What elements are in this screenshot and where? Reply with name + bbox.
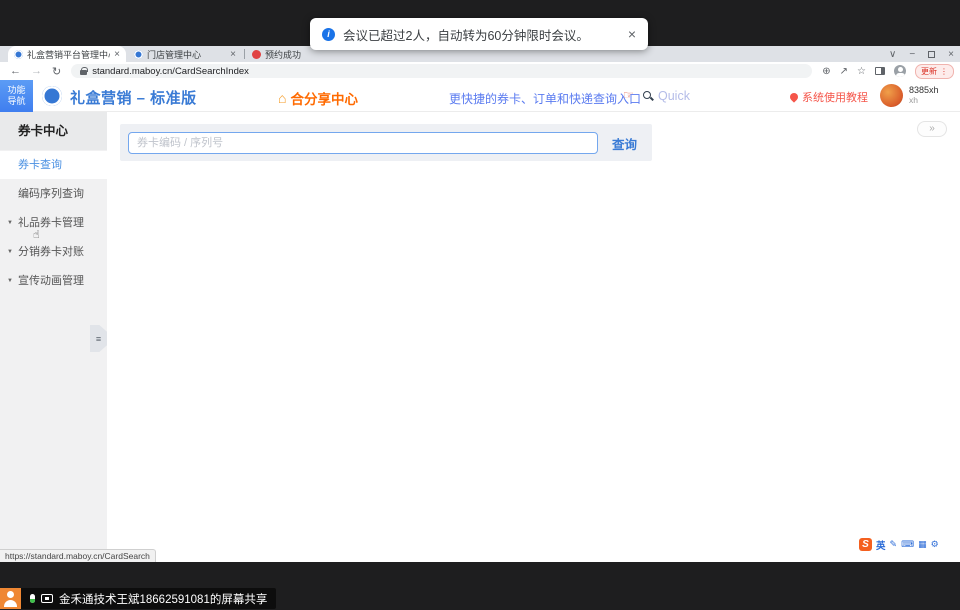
- card-search-panel: 查询: [120, 124, 652, 161]
- minimize-button[interactable]: −: [909, 49, 915, 60]
- tab-title: 礼盒营销平台管理中心: [27, 48, 110, 61]
- chevron-down-icon: ▼: [7, 238, 13, 266]
- ime-settings-icon[interactable]: ⚙: [931, 540, 939, 549]
- update-label: 更新: [921, 66, 937, 77]
- notification-message: 会议已超过2人，自动转为60分钟限时会议。: [343, 25, 589, 44]
- address-actions: ⊕ ↗ ☆ 更新 ⋮: [822, 64, 954, 79]
- app-header: 功能 导航 礼盒营销 – 标准版 ⌂ 合分享中心 更快捷的券卡、订单和快递查询入…: [0, 80, 960, 112]
- ime-language-mode[interactable]: 英: [876, 538, 886, 552]
- page-content: 券卡中心 券卡查询 编码序列查询 ▼ 礼品券卡管理 ▼ 分销券卡对账 ▼ 宣传动…: [0, 112, 960, 562]
- nav-line1: 功能: [7, 85, 25, 96]
- url-field[interactable]: standard.maboy.cn/CardSearchIndex: [71, 64, 812, 78]
- user-names: 8385xh xh: [909, 85, 939, 105]
- close-window-button[interactable]: ×: [948, 49, 954, 60]
- ime-toolbar: S 英 ✎ ⌨ ▦ ⚙: [856, 537, 942, 552]
- sidebar-item-gift-card-management[interactable]: ▼ 礼品券卡管理: [0, 209, 107, 237]
- main-area: 查询 »: [107, 112, 960, 562]
- close-icon[interactable]: ×: [628, 26, 636, 42]
- back-icon[interactable]: ←: [10, 65, 21, 77]
- tab-divider: [244, 49, 245, 59]
- screen-share-label: 金禾通技术王斌18662591081的屏幕共享: [59, 591, 267, 607]
- app-logo-icon: [42, 86, 62, 106]
- lock-icon: [80, 70, 87, 75]
- sidebar-item-label: 宣传动画管理: [18, 275, 84, 287]
- bookmark-star-icon[interactable]: ☆: [857, 66, 866, 77]
- quick-entry-tip[interactable]: 更快捷的券卡、订单和快递查询入口: [449, 90, 641, 107]
- quick-search-icon[interactable]: [643, 91, 651, 99]
- maximize-button[interactable]: [928, 51, 935, 58]
- sidebar-item-code-sequence-search[interactable]: 编码序列查询: [0, 180, 107, 208]
- sidebar-item-label: 礼品券卡管理: [18, 217, 84, 229]
- info-icon: i: [322, 28, 335, 41]
- ime-keyboard-icon[interactable]: ⌨: [901, 540, 914, 549]
- ime-pencil-icon[interactable]: ✎: [890, 540, 898, 549]
- tab-title: 门店管理中心: [147, 48, 226, 61]
- url-text[interactable]: standard.maboy.cn/CardSearchIndex: [92, 66, 249, 77]
- forward-icon[interactable]: →: [31, 65, 42, 77]
- user-avatar[interactable]: [880, 84, 903, 107]
- sidebar-item-promo-animation-management[interactable]: ▼ 宣传动画管理: [0, 267, 107, 295]
- mouse-hand-cursor: ☝: [33, 228, 40, 241]
- zoom-icon[interactable]: ⊕: [822, 66, 830, 77]
- screen-share-icon: [41, 594, 53, 603]
- profile-avatar-icon[interactable]: [894, 65, 906, 77]
- tab-favicon-icon: [134, 50, 143, 59]
- sidebar-section-title: 券卡中心: [0, 112, 107, 150]
- participant-icon: [0, 588, 21, 609]
- window-controls: ∨ − ×: [889, 46, 954, 62]
- sidebar-item-card-search[interactable]: 券卡查询: [0, 151, 107, 179]
- microphone-icon[interactable]: [30, 594, 35, 603]
- pointing-hand-icon: ☞: [623, 88, 634, 102]
- expand-panel-button[interactable]: »: [917, 121, 947, 137]
- system-tutorial-link[interactable]: 系统使用教程: [790, 89, 868, 105]
- share-center-label: 合分享中心: [290, 88, 358, 108]
- menu-dots-icon: ⋮: [940, 67, 948, 76]
- function-nav-button[interactable]: 功能 导航: [0, 80, 33, 112]
- query-button[interactable]: 查询: [612, 134, 637, 153]
- screen-share-bar[interactable]: 金禾通技术王斌18662591081的屏幕共享: [0, 588, 276, 609]
- share-icon[interactable]: ↗: [840, 66, 848, 77]
- quick-label[interactable]: Quick: [658, 89, 690, 103]
- house-icon: ⌂: [278, 91, 286, 105]
- user-alias: xh: [909, 96, 939, 106]
- chevron-down-icon: ▼: [7, 267, 13, 295]
- sidebar-item-label: 分销券卡对账: [18, 246, 84, 258]
- address-bar: ← → ↻ standard.maboy.cn/CardSearchIndex …: [0, 62, 960, 80]
- tab-search-icon[interactable]: ∨: [889, 49, 896, 60]
- browser-update-button[interactable]: 更新 ⋮: [915, 64, 954, 79]
- tutorial-label: 系统使用教程: [802, 89, 868, 105]
- reload-icon[interactable]: ↻: [52, 65, 61, 78]
- sogou-logo-icon[interactable]: S: [859, 538, 872, 551]
- nav-line2: 导航: [7, 96, 25, 107]
- tab-close-icon[interactable]: ×: [114, 49, 120, 60]
- side-panel-icon[interactable]: [875, 67, 885, 75]
- status-link-preview: https://standard.maboy.cn/CardSearch: [0, 549, 156, 562]
- screen-share-pill: 金禾通技术王斌18662591081的屏幕共享: [21, 588, 276, 609]
- desktop-screen: 礼盒营销平台管理中心 × 门店管理中心 × 预约成功 ∨ − × ←: [0, 0, 960, 610]
- tab-favicon-icon: [252, 50, 261, 59]
- chevron-down-icon: ▼: [7, 209, 13, 237]
- hamburger-icon: ≡: [96, 334, 101, 344]
- tab-close-icon[interactable]: ×: [230, 49, 236, 60]
- browser-window: 礼盒营销平台管理中心 × 门店管理中心 × 预约成功 ∨ − × ←: [0, 46, 960, 562]
- share-center-link[interactable]: ⌂ 合分享中心: [278, 88, 358, 108]
- sidebar-item-distribution-reconciliation[interactable]: ▼ 分销券卡对账: [0, 238, 107, 266]
- tab-giftbox-admin[interactable]: 礼盒营销平台管理中心 ×: [8, 46, 126, 62]
- ime-skin-icon[interactable]: ▦: [918, 540, 927, 549]
- card-search-input[interactable]: [128, 132, 598, 154]
- app-brand-title: 礼盒营销 – 标准版: [70, 87, 197, 108]
- pin-icon: [788, 91, 799, 102]
- user-account[interactable]: 8385xh xh: [880, 84, 939, 107]
- tab-favicon-icon: [14, 50, 23, 59]
- meeting-notification-banner: i 会议已超过2人，自动转为60分钟限时会议。 ×: [310, 18, 648, 50]
- tab-store-admin[interactable]: 门店管理中心 ×: [128, 46, 242, 62]
